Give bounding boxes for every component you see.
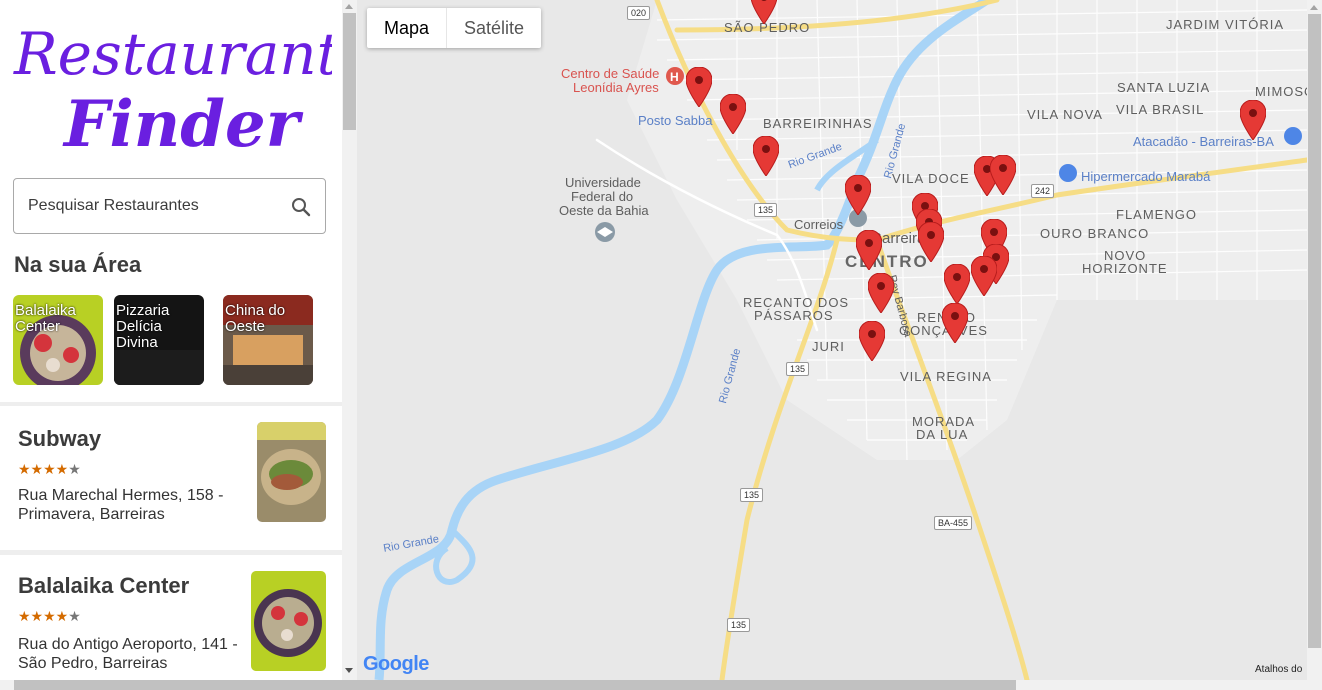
map-type-control: Mapa Satélite <box>367 8 542 48</box>
map-label: HORIZONTE <box>1082 261 1168 276</box>
map-label: PÁSSAROS <box>754 308 834 323</box>
scrollbar-thumb[interactable] <box>14 680 1016 690</box>
address-line: Rua Marechal Hermes, 158 - <box>18 487 224 504</box>
nearby-label-balalaika: Balalaika Center <box>15 302 76 335</box>
map-label: BARREIRINHAS <box>763 116 873 131</box>
restaurant-marker[interactable] <box>971 256 997 296</box>
map-type-map-button[interactable]: Mapa <box>367 8 448 48</box>
restaurant-marker[interactable] <box>990 155 1016 195</box>
restaurant-marker[interactable] <box>686 67 712 107</box>
logo-text-finder: Finder <box>62 87 304 162</box>
restaurant-image <box>257 422 326 522</box>
road-shield: BA-455 <box>934 516 973 530</box>
map-poi-label: Oeste da Bahia <box>559 203 649 218</box>
stars-empty: ★ <box>68 608 81 624</box>
sidebar-scrollbar[interactable] <box>342 0 357 680</box>
road-shield: 135 <box>740 488 764 502</box>
road-shield: 135 <box>786 362 810 376</box>
map-poi-label: Centro de Saúde <box>561 66 660 81</box>
map-poi-label: Correios <box>794 217 844 232</box>
address-line: Primavera, Barreiras <box>18 506 165 523</box>
map-label: FLAMENGO <box>1116 207 1197 222</box>
restaurant-name[interactable]: Balalaika Center <box>18 573 189 599</box>
scroll-up-arrow[interactable] <box>345 4 353 9</box>
map-label: VILA DOCE <box>892 171 970 186</box>
map-label: VILA REGINA <box>900 369 992 384</box>
restaurant-address: Rua do Antigo Aeroporto, 141 - São Pedro… <box>18 635 248 673</box>
restaurant-marker[interactable] <box>856 230 882 270</box>
restaurant-marker[interactable] <box>859 321 885 361</box>
map-scrollbar[interactable] <box>1307 0 1322 680</box>
search-box[interactable] <box>13 178 326 234</box>
nearby-label-china: China do Oeste <box>225 302 286 335</box>
restaurant-card[interactable]: Subway ★★★★★ Rua Marechal Hermes, 158 - … <box>0 406 342 550</box>
svg-text:H: H <box>670 70 679 84</box>
map-type-satellite-button[interactable]: Satélite <box>447 8 541 48</box>
nearby-label-pizzaria: Pizzaria Delícia Divina <box>116 302 170 351</box>
restaurant-marker[interactable] <box>751 0 777 24</box>
restaurant-marker[interactable] <box>720 94 746 134</box>
map-poi-label: Leonídia Ayres <box>573 80 659 95</box>
scroll-down-arrow[interactable] <box>345 668 353 673</box>
restaurant-card[interactable]: Balalaika Center ★★★★★ Rua do Antigo Aer… <box>0 555 342 680</box>
search-icon[interactable] <box>289 195 313 219</box>
nearby-card-balalaika[interactable]: Balalaika Center <box>13 295 103 385</box>
stars-empty: ★ <box>68 461 81 477</box>
scrollbar-thumb[interactable] <box>1308 14 1321 648</box>
map-poi-label: Hipermercado Marabá <box>1081 169 1211 184</box>
address-line: Rua do Antigo Aeroporto, 141 - <box>18 636 238 653</box>
logo-text-restaurant: Restaurant <box>13 20 332 88</box>
stars-filled: ★★★★ <box>18 608 69 624</box>
app-logo[interactable]: Restaurant Finder <box>12 12 341 164</box>
nearby-section-title: Na sua Área <box>14 252 142 277</box>
restaurant-marker[interactable] <box>918 222 944 262</box>
restaurant-marker[interactable] <box>845 175 871 215</box>
restaurant-marker[interactable] <box>753 136 779 176</box>
map-attribution[interactable]: Atalhos do <box>1255 664 1302 675</box>
nearby-card-china[interactable]: China do Oeste <box>223 295 313 385</box>
restaurant-image <box>251 571 326 671</box>
restaurant-marker[interactable] <box>1240 100 1266 140</box>
map-label: VILA BRASIL <box>1116 102 1205 117</box>
sidebar: Restaurant Finder Na sua Área <box>0 0 342 680</box>
map-label: DA LUA <box>916 427 969 442</box>
google-logo[interactable]: Google <box>363 653 429 676</box>
rating-stars: ★★★★★ <box>18 461 81 478</box>
road-shield: 135 <box>727 618 751 632</box>
road-shield: 020 <box>627 6 651 20</box>
map-poi-label: Federal do <box>571 189 634 204</box>
rating-stars: ★★★★★ <box>18 608 81 625</box>
restaurant-marker[interactable] <box>942 303 968 343</box>
restaurant-address: Rua Marechal Hermes, 158 - Primavera, Ba… <box>18 486 248 524</box>
horizontal-scrollbar[interactable] <box>0 680 1322 690</box>
map-label: JARDIM VITÓRIA <box>1166 17 1285 32</box>
map[interactable]: H Mapa Satélite SÃO PEDRO BARREIRINHAS V… <box>357 0 1307 680</box>
nearby-card-pizzaria[interactable]: Pizzaria Delícia Divina <box>114 295 204 385</box>
scroll-up-arrow[interactable] <box>1310 5 1318 10</box>
search-input[interactable] <box>28 193 278 219</box>
scrollbar-thumb[interactable] <box>343 13 356 130</box>
restaurant-marker[interactable] <box>944 264 970 304</box>
map-label: VILA NOVA <box>1027 107 1103 122</box>
restaurant-marker[interactable] <box>868 273 894 313</box>
map-label: SANTA LUZIA <box>1117 80 1211 95</box>
map-label: OURO BRANCO <box>1040 226 1150 241</box>
road-shield: 242 <box>1031 184 1055 198</box>
map-label: JURI <box>812 339 845 354</box>
stars-filled: ★★★★ <box>18 461 69 477</box>
address-line: São Pedro, Barreiras <box>18 655 168 672</box>
brand-panel: Restaurant Finder Na sua Área <box>0 0 342 402</box>
map-label: MIMOSO <box>1255 84 1307 99</box>
map-poi-label: Posto Sabba <box>638 113 713 128</box>
restaurant-name[interactable]: Subway <box>18 426 101 452</box>
map-poi-label: Universidade <box>565 175 641 190</box>
road-shield: 135 <box>754 203 778 217</box>
